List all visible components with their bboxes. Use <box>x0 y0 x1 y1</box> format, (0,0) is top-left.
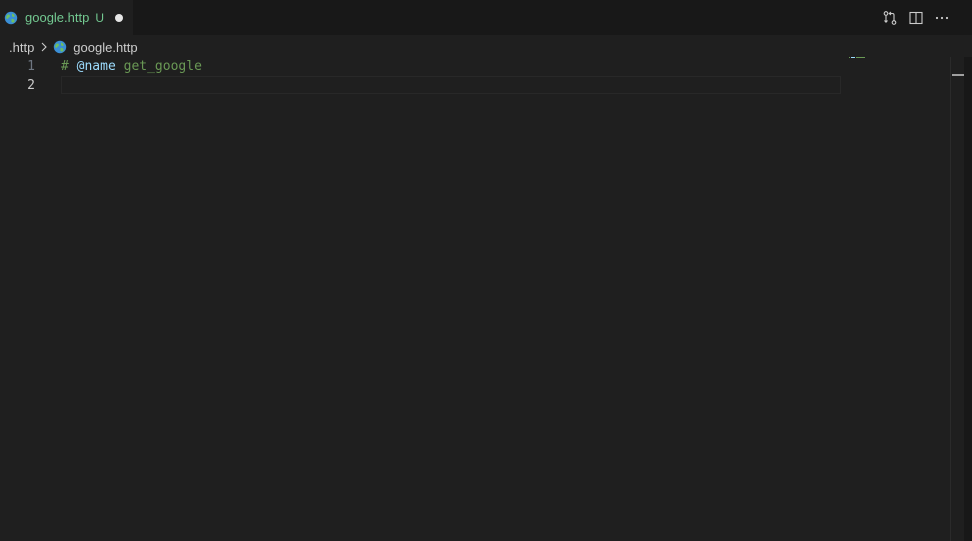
tab-google-http[interactable]: google.http U <box>0 0 133 35</box>
split-editor-icon <box>909 11 923 25</box>
breadcrumb-file-label: google.http <box>73 39 138 55</box>
unsaved-dot-icon[interactable] <box>115 14 123 22</box>
line-number: 2 <box>27 78 35 93</box>
comment-token: # <box>61 59 69 74</box>
code-line[interactable]: 1 # @name get_google <box>0 57 842 76</box>
tab-bar: google.http U <box>0 0 972 35</box>
editor-window: google.http U .http google.http 1 # @nam… <box>0 0 972 541</box>
split-editor-button[interactable] <box>906 8 926 28</box>
editor-actions <box>880 8 952 28</box>
minimap-line <box>849 57 865 58</box>
more-actions-button[interactable] <box>932 8 952 28</box>
open-changes-button[interactable] <box>880 8 900 28</box>
tab-label: google.http <box>25 10 90 25</box>
ellipsis-icon <box>935 16 949 20</box>
breadcrumb-file[interactable]: google.http <box>53 39 138 55</box>
breadcrumb: .http google.http <box>9 37 138 57</box>
right-edge <box>964 57 972 541</box>
untracked-status-badge: U <box>95 10 105 25</box>
line-content[interactable]: # @name get_google <box>61 57 202 76</box>
value-token: get_google <box>123 59 202 74</box>
code-line[interactable]: 2 <box>0 76 842 95</box>
vertical-scrollbar[interactable] <box>950 57 965 541</box>
chevron-right-icon <box>38 41 50 53</box>
compare-changes-icon <box>883 11 897 25</box>
minimap[interactable] <box>842 57 950 541</box>
globe-icon <box>4 11 18 25</box>
breadcrumb-folder[interactable]: .http <box>9 40 34 55</box>
globe-icon <box>53 40 67 54</box>
code-editor[interactable]: 1 # @name get_google 2 <box>0 57 950 541</box>
keyword-token: @name <box>76 59 116 74</box>
line-number: 1 <box>27 59 35 74</box>
